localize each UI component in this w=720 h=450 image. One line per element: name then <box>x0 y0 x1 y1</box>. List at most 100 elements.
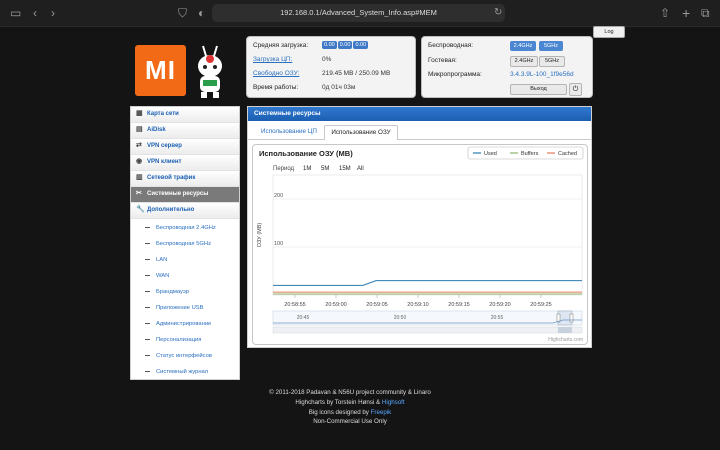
resources-icon: ✂ <box>136 190 142 197</box>
navigator-handle-right[interactable] <box>569 313 574 323</box>
tab-ram-usage[interactable]: Использование ОЗУ <box>324 125 398 140</box>
log-button[interactable]: Log <box>593 26 625 38</box>
sidebar-item-label: Карта сети <box>147 111 179 117</box>
firmware-label: Микропрограмма: <box>428 71 482 78</box>
submenu-wireless-5g[interactable]: Беспроводная 5GHz <box>131 236 239 252</box>
bullet-icon <box>145 259 150 260</box>
legend-item-cached[interactable]: Cached <box>558 151 577 157</box>
cpu-load-value: 0% <box>322 56 332 63</box>
x-tick-label: 20:59:25 <box>530 302 551 308</box>
privacy-shield-icon[interactable]: ⛉ <box>178 0 187 26</box>
mascot-icon <box>191 44 229 100</box>
status-panel: Средняя загрузка: 0.00 0.00 0.00 Загрузка … <box>246 36 416 98</box>
tab-cpu-usage[interactable]: Использование ЦП <box>253 125 325 139</box>
submenu-wan[interactable]: WAN <box>131 268 239 284</box>
sidebar-item-label: VPN сервер <box>147 143 182 149</box>
sidebar-item-label: VPN клиент <box>147 159 182 165</box>
legend-item-buffers[interactable]: Buffers <box>521 151 539 157</box>
highsoft-link[interactable]: Highsoft <box>382 399 405 406</box>
x-tick-label: 20:59:05 <box>366 302 387 308</box>
footer-icons: Big icons designed by Freepik <box>250 409 450 416</box>
new-tab-icon[interactable]: + <box>682 0 690 26</box>
guest-5g-button[interactable]: 5GHz <box>539 56 565 67</box>
submenu-firewall[interactable]: Брандмауэр <box>131 284 239 300</box>
legend-item-used[interactable]: Used <box>484 151 497 157</box>
guest-2g-button[interactable]: 2.4GHz <box>510 56 538 67</box>
browser-toolbar: ▭ ‹ › ⛉ ◐ 192.168.0.1/Advanced_System_In… <box>0 0 720 27</box>
traffic-icon: ▥ <box>136 174 143 181</box>
share-icon[interactable]: ⇧ <box>660 0 670 26</box>
sidebar-toggle-icon[interactable]: ▭ <box>10 0 21 26</box>
submenu-lan[interactable]: LAN <box>131 252 239 268</box>
highcharts-credit: Highcharts.com <box>548 337 583 343</box>
power-icon[interactable]: ⏻ <box>569 83 582 96</box>
period-option-1m[interactable]: 1M <box>303 166 311 172</box>
y-axis-label: ОЗУ (MB) <box>257 223 263 248</box>
submenu-label: Брандмауэр <box>156 289 189 295</box>
footer-license: Non-Commercial Use Only <box>313 418 387 425</box>
freepik-link[interactable]: Freepik <box>371 409 392 416</box>
submenu-system-log[interactable]: Системный журнал <box>131 364 239 380</box>
bullet-icon <box>145 371 150 372</box>
reader-icon[interactable]: ◐ <box>198 0 205 26</box>
bullet-icon <box>145 243 150 244</box>
period-option-all[interactable]: All <box>357 166 364 172</box>
sidebar-item-aidisk[interactable]: ▤ AiDisk <box>131 123 239 139</box>
forward-icon[interactable]: › <box>51 0 55 26</box>
navigator-scrollbar[interactable] <box>272 326 583 334</box>
scrollbar-thumb[interactable] <box>558 327 572 333</box>
bullet-icon <box>145 227 150 228</box>
load-15m: 0.00 <box>353 41 369 49</box>
sidebar-item-label: AiDisk <box>147 127 166 133</box>
submenu-label: Приложение USB <box>156 305 204 311</box>
y-tick-label-100: 100 <box>274 241 283 247</box>
submenu-label: Беспроводная 5GHz <box>156 241 211 247</box>
chart-container: Использование ОЗУ (MB) Период 1M 5M 15M All Us… <box>252 144 588 345</box>
tab-strip <box>248 139 591 140</box>
sidebar-item-network-map[interactable]: ▦ Карта сети <box>131 107 239 123</box>
navigator-tick-label: 20:45 <box>297 315 310 321</box>
submenu-wireless-2g[interactable]: Беспроводная 2.4GHz <box>131 220 239 236</box>
wireless-5g-button[interactable]: 5GHz <box>539 41 563 51</box>
sidebar-item-vpn-server[interactable]: ⇄ VPN сервер <box>131 139 239 155</box>
reload-icon[interactable]: ↻ <box>494 0 502 26</box>
sidebar-item-traffic[interactable]: ▥ Сетевой трафик <box>131 171 239 187</box>
plot-area <box>272 174 583 296</box>
wireless-label: Беспроводная: <box>428 42 474 49</box>
period-option-15m[interactable]: 15M <box>339 166 351 172</box>
submenu-usb-app[interactable]: Приложение USB <box>131 300 239 316</box>
submenu-label: Статус интерфейсов <box>156 353 212 359</box>
free-ram-link[interactable]: Свободно ОЗУ: <box>253 70 299 77</box>
sidebar-item-resources[interactable]: ✂ Системные ресурсы <box>131 187 239 203</box>
chart-title: Использование ОЗУ (MB) <box>259 149 353 158</box>
submenu-interface-status[interactable]: Статус интерфейсов <box>131 348 239 364</box>
uptime-value: 0д 01ч 03м <box>322 84 356 91</box>
x-tick-label: 20:59:20 <box>489 302 510 308</box>
x-tick-label: 20:59:10 <box>407 302 428 308</box>
submenu-personalization[interactable]: Персонализация <box>131 332 239 348</box>
sidebar-item-label: Сетевой трафик <box>147 175 196 181</box>
back-icon[interactable]: ‹ <box>33 0 37 26</box>
bullet-icon <box>145 307 150 308</box>
url-text: 192.168.0.1/Advanced_System_Info.asp#MEM <box>280 8 437 17</box>
footer-highcharts-text: Highcharts by Torstein Hønsi & <box>295 399 381 406</box>
ram-usage-chart: Использование ОЗУ (MB) Период 1M 5M 15M All Us… <box>257 146 584 343</box>
sidebar-item-label: Дополнительно <box>147 207 195 213</box>
footer-highcharts: Highcharts by Torstein Hønsi & Highsoft <box>250 399 450 406</box>
bullet-icon <box>145 355 150 356</box>
logout-button[interactable]: Выход <box>510 84 567 95</box>
sidebar-item-vpn-client[interactable]: ◉ VPN клиент <box>131 155 239 171</box>
x-tick-label: 20:58:55 <box>284 302 305 308</box>
submenu-administration[interactable]: Администрирование <box>131 316 239 332</box>
load-1m: 0.00 <box>322 41 337 49</box>
address-bar[interactable]: 192.168.0.1/Advanced_System_Info.asp#MEM <box>212 4 505 22</box>
wireless-2g-button[interactable]: 2.4GHz <box>510 41 536 51</box>
tabs-overview-icon[interactable]: ⧉ <box>701 0 710 26</box>
firmware-version-link[interactable]: 3.4.3.9L-100_1f9e56d <box>510 71 574 78</box>
footer-icons-text: Big icons designed by <box>308 409 369 416</box>
wrench-icon: 🔧 <box>136 206 145 213</box>
period-option-5m[interactable]: 5M <box>321 166 329 172</box>
sidebar-item-advanced[interactable]: 🔧 Дополнительно <box>131 203 239 219</box>
footer-copyright: © 2011-2018 Padavan & N56U project commu… <box>269 389 431 396</box>
cpu-load-link[interactable]: Загрузка ЦП: <box>253 56 292 63</box>
